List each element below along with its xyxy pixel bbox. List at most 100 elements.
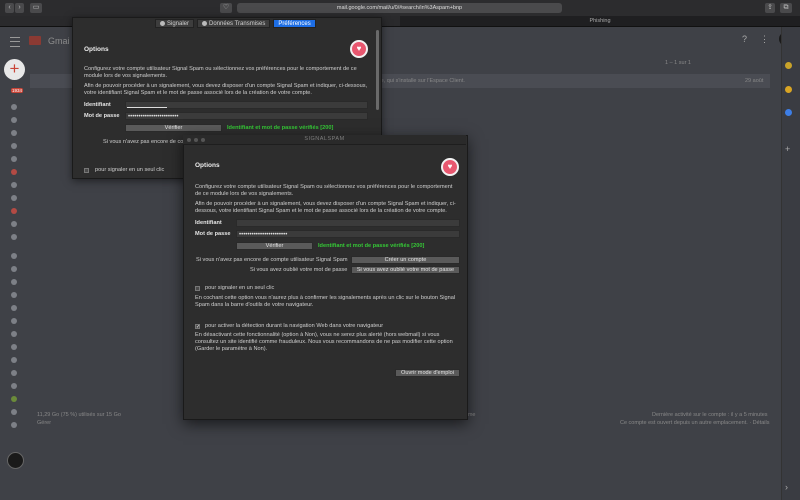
menu-icon[interactable] <box>10 37 20 47</box>
label-icon[interactable] <box>11 357 17 363</box>
label-icon[interactable] <box>11 396 17 402</box>
intro-text: Configurez votre compte utilisateur Sign… <box>195 184 453 197</box>
share-icon[interactable]: ⇪ <box>765 3 775 13</box>
verified-status: Identifiant et mot de passe vérifiés [20… <box>318 243 425 249</box>
password-label: Mot de passe <box>84 113 120 119</box>
signalspam-logo: ♥ <box>441 158 459 176</box>
password-label: Mot de passe <box>195 231 231 237</box>
rail-icon[interactable] <box>11 195 17 201</box>
add-addon-icon[interactable]: + <box>785 144 795 154</box>
tab-donnees[interactable]: Données Transmises <box>197 19 271 28</box>
window-title: SIGNALSPAM <box>183 135 466 145</box>
compose-button[interactable]: + <box>4 59 25 80</box>
inbox-count-badge: 1934 <box>11 88 24 93</box>
report-icon <box>160 20 165 26</box>
signalspam-logo: ♥ <box>350 40 368 58</box>
intro-text: Configurez votre compte utilisateur Sign… <box>84 66 357 79</box>
forgot-password-text: Si vous avez oublié votre mot de passe <box>250 267 348 273</box>
instructions-text: Afin de pouvoir procéder à un signalemen… <box>84 83 368 96</box>
one-click-label: pour signaler en un seul clic <box>95 167 165 173</box>
rail-icon[interactable] <box>11 208 17 214</box>
identifiant-label: Identifiant <box>195 220 222 226</box>
identifiant-label: Identifiant <box>84 102 111 108</box>
verify-button[interactable]: Vérifier <box>236 242 313 250</box>
label-icon[interactable] <box>11 253 17 259</box>
sidebar-toggle-button[interactable]: ▭ <box>30 3 42 13</box>
detection-checkbox[interactable]: ✓ <box>195 324 200 330</box>
rail-icon[interactable] <box>11 156 17 162</box>
identifiant-input[interactable] <box>236 219 460 227</box>
tab-signaler[interactable]: Signaler <box>155 19 195 28</box>
scrollbar[interactable] <box>376 30 379 110</box>
label-icon[interactable] <box>11 422 17 428</box>
detection-label: pour activer la détection durant la navi… <box>205 323 384 329</box>
one-click-checkbox[interactable] <box>84 168 89 173</box>
rail-icon[interactable] <box>11 182 17 188</box>
gmail-logo-text: Gmai <box>48 36 70 46</box>
right-side-panel <box>781 27 800 500</box>
one-click-description: En cochant cette option vous n'aurez plu… <box>195 295 456 308</box>
last-activity-text: Dernière activité sur le compte : il y a… <box>652 412 768 418</box>
mail-time: 29 août <box>745 78 764 84</box>
signalspam-window <box>183 135 468 420</box>
rail-icon[interactable] <box>11 130 17 136</box>
rail-icon[interactable] <box>11 117 17 123</box>
manage-link[interactable]: Gérer <box>37 420 51 426</box>
data-icon <box>202 20 208 26</box>
rail-icon[interactable] <box>11 104 17 110</box>
label-icon[interactable] <box>11 370 17 376</box>
one-click-label: pour signaler en un seul clic <box>205 285 275 291</box>
identifiant-value <box>127 107 167 108</box>
detection-description: En désactivant cette fonctionnalité (opt… <box>195 332 453 352</box>
label-icon[interactable] <box>11 318 17 324</box>
tasks-icon[interactable] <box>785 109 792 116</box>
instructions-text: Afin de pouvoir procéder à un signalemen… <box>195 201 456 214</box>
keep-icon[interactable] <box>785 86 792 93</box>
browser-toolbar: ‹ › ▭ ♡ mail.google.com/mail/u/0/#search… <box>0 0 800 17</box>
no-account-text: Si vous n'avez pas encore de compte util… <box>196 257 348 263</box>
forward-button[interactable]: › <box>15 3 24 13</box>
verify-button[interactable]: Vérifier <box>125 124 222 132</box>
label-icon[interactable] <box>11 331 17 337</box>
help-icon[interactable]: ? <box>742 34 752 44</box>
url-bar[interactable]: mail.google.com/mail/u/0/#search/in%3Asp… <box>237 3 562 13</box>
expand-panel-icon[interactable]: › <box>785 482 795 492</box>
gmail-logo <box>29 36 41 45</box>
tab-preferences[interactable]: Préférences <box>273 19 316 28</box>
password-input[interactable]: •••••••••••••••••••••••• <box>125 112 368 120</box>
minimize-button[interactable] <box>194 138 198 142</box>
zoom-button[interactable] <box>201 138 205 142</box>
password-input[interactable]: ••••••••••••••••••••••• <box>236 230 460 238</box>
label-icon[interactable] <box>11 305 17 311</box>
rail-icon[interactable] <box>11 143 17 149</box>
rail-icon[interactable] <box>11 234 17 240</box>
options-title: Options <box>84 46 109 53</box>
rail-icon[interactable] <box>11 169 17 175</box>
preferences-tabs: Signaler Données Transmises Préférences <box>155 19 316 28</box>
label-icon[interactable] <box>11 266 17 272</box>
hangouts-avatar[interactable] <box>7 452 24 469</box>
label-icon[interactable] <box>11 279 17 285</box>
open-manual-button[interactable]: Ouvrir mode d'emploi <box>395 369 460 377</box>
account-open-text[interactable]: Ce compte est ouvert depuis un autre emp… <box>620 420 770 426</box>
create-account-button[interactable]: Créer un compte <box>351 256 460 264</box>
verified-status: Identifiant et mot de passe vérifiés [20… <box>227 125 334 131</box>
options-title: Options <box>195 162 220 169</box>
label-icon[interactable] <box>11 383 17 389</box>
extension-icon[interactable]: ♡ <box>220 3 232 13</box>
storage-text: 11,29 Go (75 %) utilisés sur 15 Go <box>37 412 121 418</box>
back-button[interactable]: ‹ <box>5 3 14 13</box>
close-button[interactable] <box>187 138 191 142</box>
rail-icon[interactable] <box>11 221 17 227</box>
no-account-text: Si vous n'avez pas encore de co <box>103 139 184 145</box>
one-click-checkbox[interactable] <box>195 286 200 291</box>
forgot-password-button[interactable]: Si vous avez oublié votre mot de passe <box>351 266 460 274</box>
apps-icon[interactable]: ⋮ <box>760 34 770 44</box>
calendar-icon[interactable] <box>785 62 792 69</box>
label-icon[interactable] <box>11 344 17 350</box>
label-icon[interactable] <box>11 409 17 415</box>
tab-phishing[interactable]: Phishing <box>400 16 800 26</box>
label-icon[interactable] <box>11 292 17 298</box>
pager: 1 – 1 sur 1 <box>665 60 691 66</box>
tabs-overview-icon[interactable]: ⧉ <box>780 3 792 13</box>
